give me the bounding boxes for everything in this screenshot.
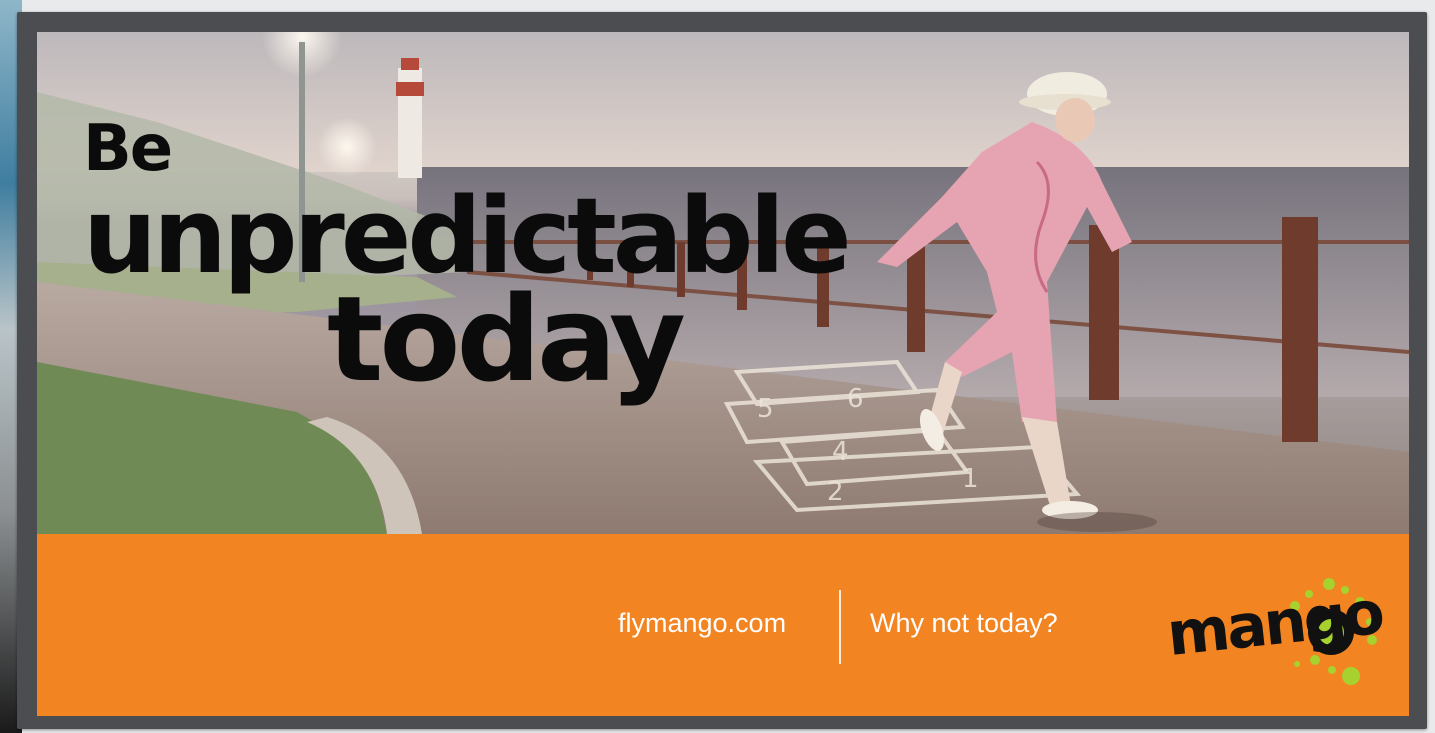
headline-line-today: today bbox=[327, 270, 686, 408]
tagline: Why not today? bbox=[870, 608, 1058, 638]
billboard-photo: 5 6 4 2 1 Be unpredictable today bbox=[37, 32, 1409, 534]
hopscotch-number: 5 bbox=[757, 394, 774, 424]
hopscotch-number: 1 bbox=[962, 464, 979, 494]
orange-banner: flymango.com Why not today? mango bbox=[37, 534, 1409, 716]
mango-logo: mango bbox=[1117, 564, 1387, 694]
hopscotch-number: 2 bbox=[827, 477, 844, 507]
website-url: flymango.com bbox=[618, 608, 787, 638]
hopscotch-number: 4 bbox=[832, 437, 849, 467]
headline-line-be: Be bbox=[83, 112, 173, 186]
banner-divider bbox=[839, 590, 841, 664]
hopscotch-number: 6 bbox=[847, 384, 864, 414]
